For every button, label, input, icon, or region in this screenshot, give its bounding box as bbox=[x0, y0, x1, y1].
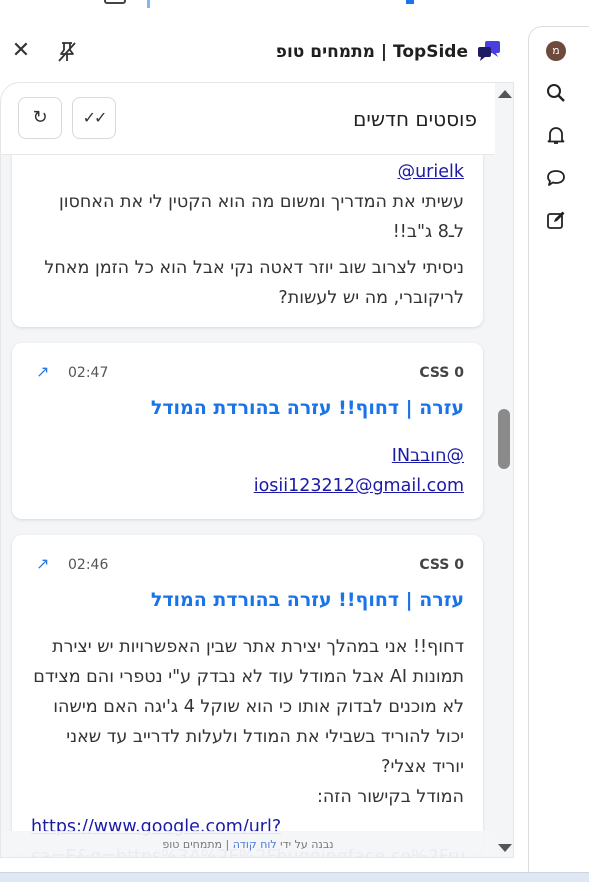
unpin-icon[interactable] bbox=[56, 40, 78, 64]
extension-title: TopSide | מתמחים טופ bbox=[275, 42, 468, 62]
profile-avatar[interactable]: מ bbox=[546, 41, 566, 61]
bottom-edge bbox=[0, 872, 589, 882]
post-text: דחוף!! אני במהלך יצירת אתר שבין האפשרויו… bbox=[33, 637, 464, 777]
mention-link[interactable]: @חובבIN bbox=[31, 441, 464, 471]
open-external-icon[interactable]: ↗ bbox=[36, 362, 49, 381]
browser-toolbar-strip bbox=[0, 0, 589, 14]
extension-icon bbox=[406, 0, 414, 4]
divider bbox=[147, 0, 150, 8]
footer-link[interactable]: לוח קודה bbox=[233, 838, 277, 851]
email-link[interactable]: iosii123212@gmail.com bbox=[31, 471, 464, 501]
footer-prefix: נבנה על ידי bbox=[280, 838, 334, 851]
posts-list[interactable]: @urielk עשיתי את המדריך ומשום מה הוא הקט… bbox=[1, 83, 495, 857]
post-text: המודל בקישור הזה: bbox=[316, 787, 464, 807]
side-panel-header: ✕ TopSide | מתמחים טופ bbox=[0, 28, 528, 78]
posts-header: ↻ ✓✓ פוסטים חדשים bbox=[1, 83, 495, 155]
post-card: CSS 0 02:46 ↗ עזרה | דחוף!! עזרה בהורדת … bbox=[12, 535, 483, 857]
edit-icon[interactable] bbox=[545, 209, 567, 231]
browser-side-toolbar: מ bbox=[528, 26, 589, 872]
window-icon bbox=[104, 0, 126, 4]
category-label: CSS 0 bbox=[419, 557, 464, 573]
post-time: 02:46 bbox=[68, 557, 109, 573]
mention-link[interactable]: @urielk bbox=[31, 157, 464, 187]
post-text: ניסיתי לצרוב שוב יוזר דאטה נקי אבל הוא כ… bbox=[44, 258, 464, 308]
chat-logo-icon bbox=[476, 40, 502, 62]
open-external-icon[interactable]: ↗ bbox=[36, 554, 49, 573]
post-title-link[interactable]: עזרה | דחוף!! עזרה בהורדת המודל bbox=[151, 589, 464, 611]
post-text: עשיתי את המדריך ומשום מה הוא הקטין לי את… bbox=[58, 192, 464, 242]
mark-all-read-button[interactable]: ✓✓ bbox=[72, 97, 116, 139]
page-title: פוסטים חדשים bbox=[353, 107, 477, 131]
post-time: 02:47 bbox=[68, 365, 109, 381]
category-label: CSS 0 bbox=[419, 365, 464, 381]
scrollbar[interactable] bbox=[495, 83, 513, 857]
scrollbar-thumb[interactable] bbox=[498, 409, 510, 469]
search-icon[interactable] bbox=[545, 82, 567, 104]
refresh-button[interactable]: ↻ bbox=[18, 97, 62, 139]
post-card: CSS 0 02:47 ↗ עזרה | דחוף!! עזרה בהורדת … bbox=[12, 343, 483, 519]
footer-credit: נבנה על ידי לוח קודה | מתמחים טופ bbox=[1, 831, 495, 857]
post-title-link[interactable]: עזרה | דחוף!! עזרה בהורדת המודל bbox=[151, 397, 464, 419]
close-icon[interactable]: ✕ bbox=[10, 40, 32, 62]
chat-bubble-icon[interactable] bbox=[545, 167, 567, 189]
extension-frame: ↻ ✓✓ פוסטים חדשים @urielk עשיתי את המדרי… bbox=[0, 82, 514, 858]
bell-icon[interactable] bbox=[545, 124, 567, 146]
scroll-up-arrow[interactable] bbox=[498, 90, 512, 98]
scroll-down-arrow[interactable] bbox=[498, 844, 512, 852]
footer-suffix: | מתמחים טופ bbox=[162, 838, 230, 851]
